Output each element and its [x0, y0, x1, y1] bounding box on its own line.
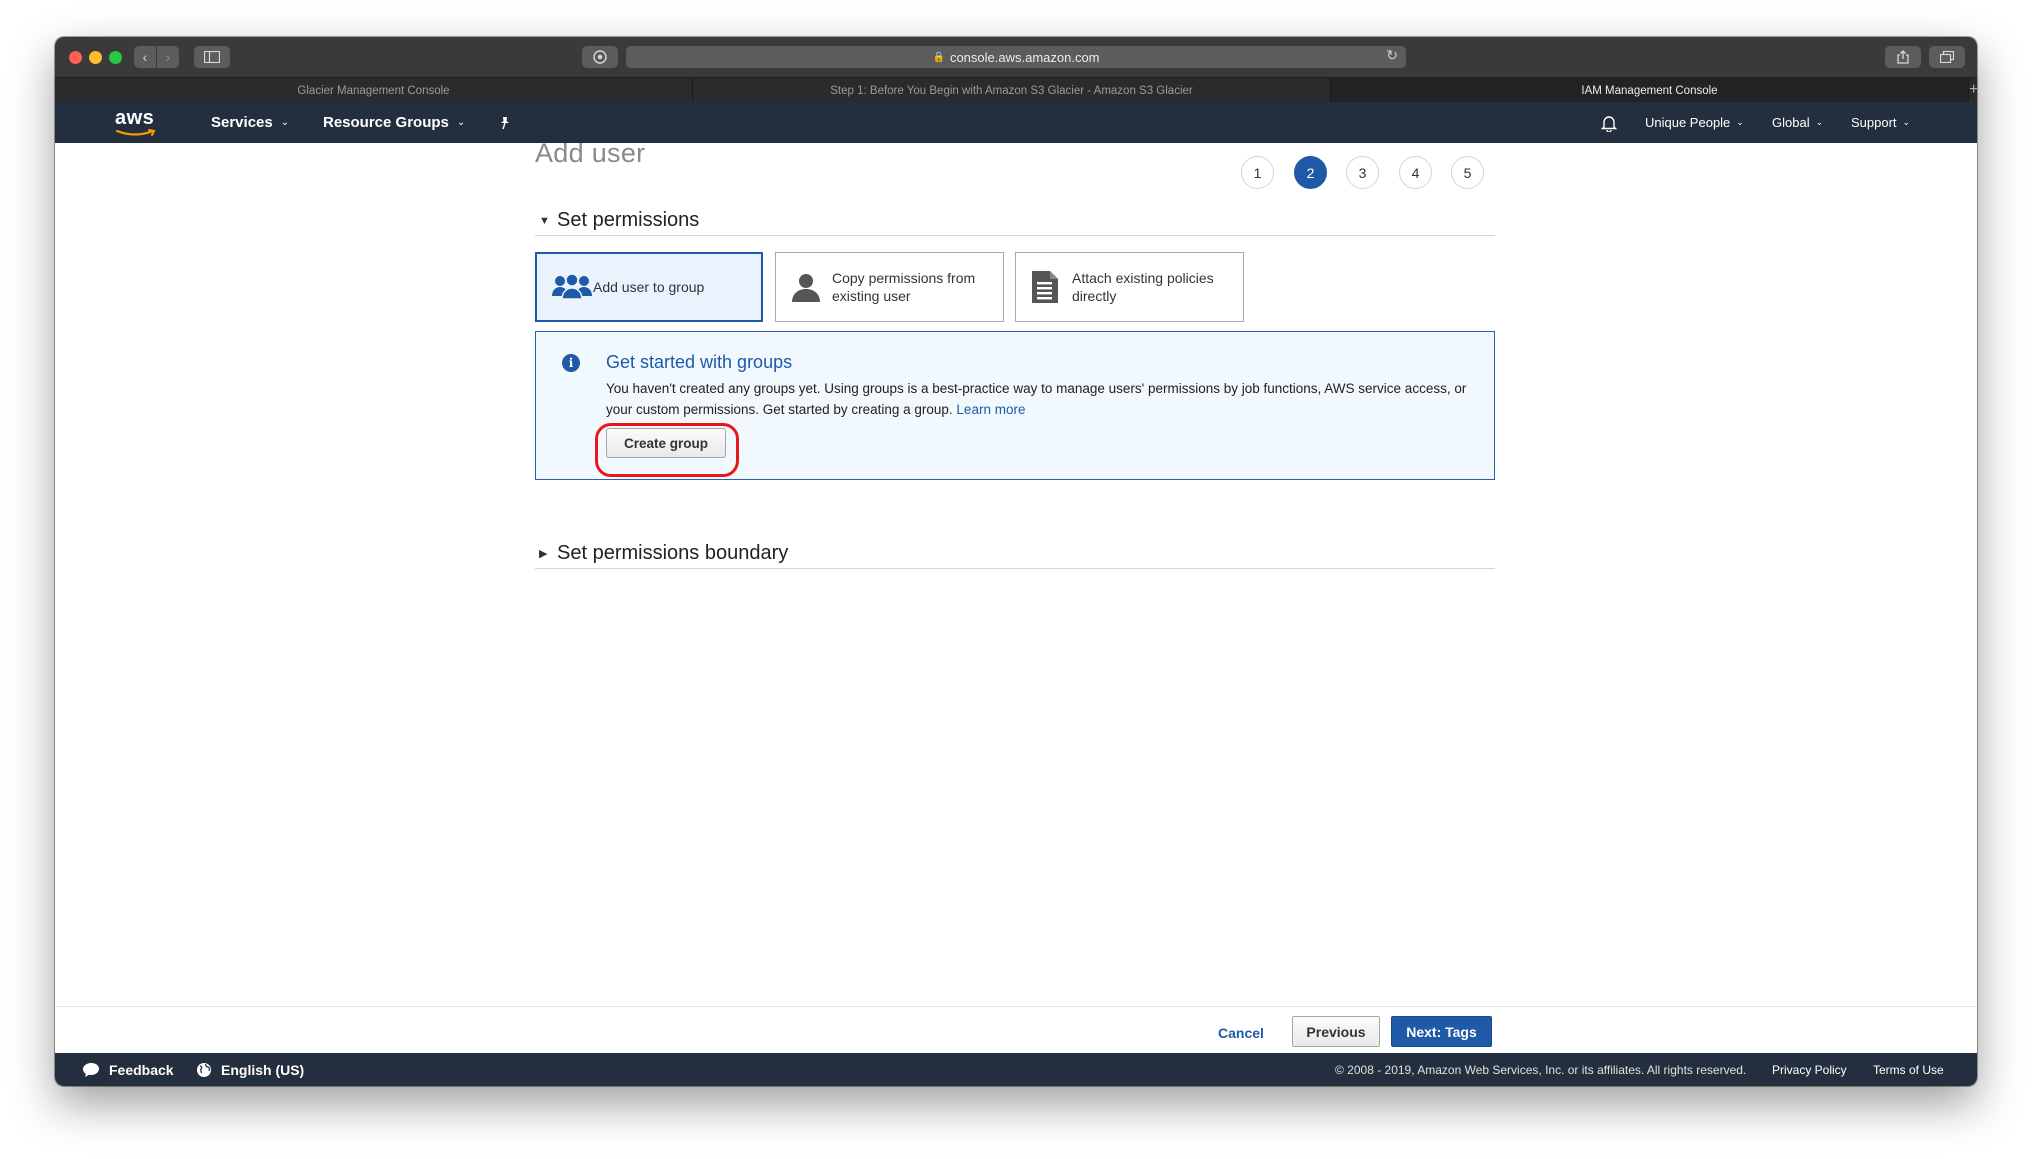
- window-minimize-button[interactable]: [89, 51, 102, 64]
- step-3[interactable]: 3: [1346, 156, 1379, 189]
- bell-icon: [1601, 115, 1617, 132]
- aws-logo-text: aws: [115, 107, 155, 129]
- speech-bubble-icon: [83, 1062, 99, 1077]
- main-content: Add user 1 2 3 4 5 ▼ Set permissions Add…: [55, 143, 1977, 1006]
- step-4[interactable]: 4: [1399, 156, 1432, 189]
- back-button[interactable]: ‹: [134, 46, 156, 68]
- account-menu[interactable]: Unique People ⌄: [1645, 102, 1744, 143]
- option-add-user-to-group[interactable]: Add user to group: [535, 252, 763, 322]
- chevron-right-icon: ›: [165, 49, 171, 65]
- share-icon: [1897, 50, 1909, 64]
- privacy-report-button[interactable]: [582, 46, 618, 68]
- chevron-left-icon: ‹: [142, 49, 148, 65]
- account-menu-label: Unique People: [1645, 115, 1731, 130]
- region-menu[interactable]: Global ⌄: [1772, 102, 1823, 143]
- forward-button[interactable]: ›: [157, 46, 179, 68]
- info-body: You haven't created any groups yet. Usin…: [606, 378, 1476, 420]
- chevron-down-icon: ⌄: [1815, 117, 1824, 127]
- terms-of-use-link[interactable]: Terms of Use: [1873, 1053, 1944, 1086]
- new-tab-button[interactable]: +: [1969, 78, 1977, 102]
- share-button[interactable]: [1885, 46, 1921, 68]
- info-icon: i: [562, 354, 580, 372]
- chevron-down-icon: ⌄: [1736, 117, 1744, 127]
- next-tags-button[interactable]: Next: Tags: [1391, 1016, 1492, 1047]
- learn-more-link[interactable]: Learn more: [956, 402, 1025, 417]
- option-attach-policies[interactable]: Attach existing policies directly: [1015, 252, 1244, 322]
- option-label: Add user to group: [593, 279, 705, 295]
- browser-tab-glacier[interactable]: Glacier Management Console: [55, 78, 693, 103]
- pin-icon: [501, 116, 509, 129]
- step-5[interactable]: 5: [1451, 156, 1484, 189]
- aws-navbar: aws Services ⌄ Resource Groups ⌄ Unique …: [55, 102, 1977, 143]
- wizard-action-bar: Cancel Previous Next: Tags: [55, 1006, 1977, 1053]
- set-permissions-header[interactable]: ▼ Set permissions: [535, 206, 1495, 236]
- services-menu[interactable]: Services ⌄: [211, 102, 289, 143]
- tabs-icon: [1940, 51, 1954, 63]
- support-menu[interactable]: Support ⌄: [1851, 102, 1910, 143]
- option-copy-permissions[interactable]: Copy permissions from existing user: [775, 252, 1004, 322]
- page-title: Add user: [535, 143, 646, 168]
- lock-icon: 🔒: [932, 51, 945, 63]
- step-1[interactable]: 1: [1241, 156, 1274, 189]
- caret-right-icon: ▶: [539, 548, 548, 560]
- chevron-down-icon: ⌄: [1902, 117, 1911, 127]
- browser-tab-bar: Glacier Management Console Step 1: Befor…: [55, 77, 1977, 103]
- feedback-button[interactable]: Feedback: [82, 1053, 174, 1086]
- browser-tab-glacier-docs[interactable]: Step 1: Before You Begin with Amazon S3 …: [693, 78, 1331, 103]
- browser-titlebar: ‹ › 🔒 console.aws.amazon.com ↻: [55, 37, 1977, 77]
- browser-window: ‹ › 🔒 console.aws.amazon.com ↻ Glacier M…: [55, 37, 1977, 1086]
- services-menu-label: Services: [211, 114, 273, 131]
- set-permissions-title: Set permissions: [557, 209, 700, 231]
- copyright-text: © 2008 - 2019, Amazon Web Services, Inc.…: [1335, 1062, 1747, 1077]
- resource-groups-menu[interactable]: Resource Groups ⌄: [323, 102, 465, 143]
- users-group-icon: [551, 272, 593, 302]
- document-icon: [1030, 270, 1072, 304]
- caret-down-icon: ▼: [539, 214, 550, 227]
- set-permissions-boundary-title: Set permissions boundary: [557, 542, 789, 564]
- sidebar-icon: [204, 51, 220, 63]
- aws-logo[interactable]: aws: [115, 108, 159, 136]
- console-footer: Feedback English (US) © 2008 - 2019, Ama…: [55, 1053, 1977, 1086]
- pin-button[interactable]: [498, 102, 512, 143]
- chevron-down-icon: ⌄: [280, 117, 290, 128]
- info-body-text: You haven't created any groups yet. Usin…: [606, 381, 1467, 417]
- address-bar-url: console.aws.amazon.com: [949, 49, 1100, 65]
- shield-icon: [593, 50, 607, 64]
- window-maximize-button[interactable]: [109, 51, 122, 64]
- cancel-button[interactable]: Cancel: [1218, 1018, 1264, 1048]
- reload-icon[interactable]: ↻: [1386, 47, 1398, 64]
- privacy-policy-link[interactable]: Privacy Policy: [1772, 1053, 1847, 1086]
- language-label: English (US): [221, 1061, 305, 1078]
- info-title: Get started with groups: [606, 352, 793, 372]
- step-2[interactable]: 2: [1294, 156, 1327, 189]
- user-icon: [790, 272, 832, 302]
- option-label: Attach existing policies directly: [1072, 270, 1214, 304]
- language-selector[interactable]: English (US): [196, 1053, 304, 1086]
- sidebar-toggle-button[interactable]: [194, 46, 230, 68]
- tab-overview-button[interactable]: [1929, 46, 1965, 68]
- notifications-button[interactable]: [1601, 102, 1617, 143]
- previous-button[interactable]: Previous: [1292, 1016, 1380, 1047]
- feedback-label: Feedback: [109, 1061, 174, 1078]
- chevron-down-icon: ⌄: [456, 117, 466, 128]
- address-bar[interactable]: 🔒 console.aws.amazon.com ↻: [626, 46, 1406, 68]
- create-group-highlight: [595, 423, 739, 477]
- resource-groups-menu-label: Resource Groups: [323, 114, 449, 131]
- support-menu-label: Support: [1851, 115, 1897, 130]
- set-permissions-boundary-header[interactable]: ▶ Set permissions boundary: [535, 539, 1495, 569]
- window-close-button[interactable]: [69, 51, 82, 64]
- browser-tab-iam[interactable]: IAM Management Console: [1331, 78, 1969, 103]
- region-menu-label: Global: [1772, 115, 1810, 130]
- aws-smile-icon: [115, 129, 156, 136]
- globe-icon: [197, 1062, 211, 1077]
- option-label: Copy permissions from existing user: [832, 270, 976, 304]
